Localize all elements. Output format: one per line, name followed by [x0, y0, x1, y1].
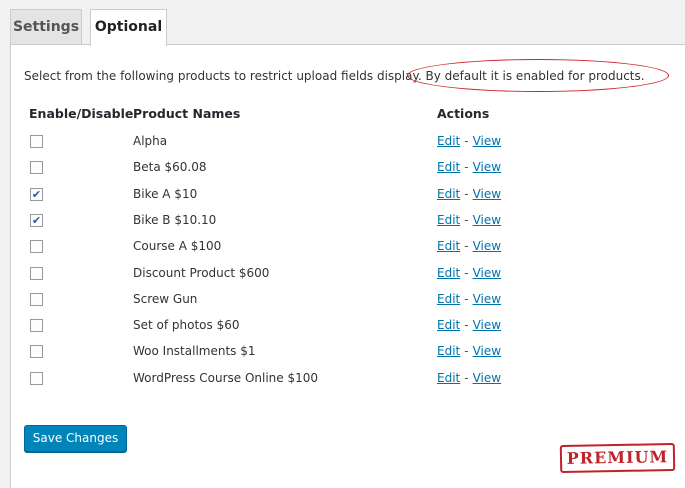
action-separator: -: [464, 213, 469, 227]
enable-checkbox[interactable]: [30, 345, 43, 358]
premium-stamp: PREMIUM: [559, 442, 676, 474]
product-name: Bike A $10: [133, 187, 198, 201]
product-name: Screw Gun: [133, 292, 198, 306]
action-separator: -: [464, 187, 469, 201]
table-row: WordPress Course Online $100 Edit - View: [0, 367, 685, 391]
enable-checkbox[interactable]: ✔: [30, 214, 43, 227]
enable-checkbox[interactable]: [30, 267, 43, 280]
product-name: Bike B $10.10: [133, 213, 217, 227]
enable-checkbox[interactable]: ✔: [30, 188, 43, 201]
product-name: WordPress Course Online $100: [133, 371, 319, 385]
action-separator: -: [464, 160, 469, 174]
enable-checkbox[interactable]: [30, 240, 43, 253]
row-actions: Edit - View: [437, 239, 501, 253]
table-row: Alpha Edit - View: [0, 130, 685, 154]
table-row: Woo Installments $1 Edit - View: [0, 340, 685, 364]
table-row: Course A $100 Edit - View: [0, 235, 685, 259]
row-actions: Edit - View: [437, 160, 501, 174]
table-row: ✔ Bike B $10.10 Edit - View: [0, 209, 685, 233]
edit-link[interactable]: Edit: [437, 292, 460, 306]
edit-link[interactable]: Edit: [437, 213, 460, 227]
edit-link[interactable]: Edit: [437, 134, 460, 148]
view-link[interactable]: View: [473, 318, 501, 332]
view-link[interactable]: View: [473, 292, 501, 306]
enable-checkbox[interactable]: [30, 161, 43, 174]
action-separator: -: [464, 344, 469, 358]
view-link[interactable]: View: [473, 266, 501, 280]
product-name: Beta $60.08: [133, 160, 207, 174]
enable-checkbox[interactable]: [30, 372, 43, 385]
product-name: Alpha: [133, 134, 168, 148]
view-link[interactable]: View: [473, 187, 501, 201]
view-link[interactable]: View: [473, 213, 501, 227]
action-separator: -: [464, 239, 469, 253]
edit-link[interactable]: Edit: [437, 266, 460, 280]
row-actions: Edit - View: [437, 344, 501, 358]
row-actions: Edit - View: [437, 292, 501, 306]
tab-settings[interactable]: Settings: [10, 9, 82, 44]
edit-link[interactable]: Edit: [437, 318, 460, 332]
edit-link[interactable]: Edit: [437, 239, 460, 253]
action-separator: -: [464, 292, 469, 306]
header-enable-disable: Enable/Disable: [29, 106, 134, 121]
enable-checkbox[interactable]: [30, 293, 43, 306]
row-actions: Edit - View: [437, 213, 501, 227]
row-actions: Edit - View: [437, 187, 501, 201]
view-link[interactable]: View: [473, 160, 501, 174]
view-link[interactable]: View: [473, 134, 501, 148]
product-name: Discount Product $600: [133, 266, 270, 280]
table-row: Discount Product $600 Edit - View: [0, 262, 685, 286]
edit-link[interactable]: Edit: [437, 187, 460, 201]
view-link[interactable]: View: [473, 239, 501, 253]
edit-link[interactable]: Edit: [437, 160, 460, 174]
edit-link[interactable]: Edit: [437, 371, 460, 385]
product-name: Woo Installments $1: [133, 344, 256, 358]
table-row: Beta $60.08 Edit - View: [0, 156, 685, 180]
header-actions: Actions: [437, 106, 490, 121]
product-name: Set of photos $60: [133, 318, 240, 332]
action-separator: -: [464, 266, 469, 280]
view-link[interactable]: View: [473, 344, 501, 358]
table-row: Screw Gun Edit - View: [0, 288, 685, 312]
tab-optional[interactable]: Optional: [90, 9, 167, 46]
tab-bar: Settings Optional: [0, 0, 685, 46]
row-actions: Edit - View: [437, 266, 501, 280]
view-link[interactable]: View: [473, 371, 501, 385]
row-actions: Edit - View: [437, 134, 501, 148]
row-actions: Edit - View: [437, 371, 501, 385]
save-changes-button[interactable]: Save Changes: [24, 425, 127, 452]
action-separator: -: [464, 371, 469, 385]
product-name: Course A $100: [133, 239, 222, 253]
row-actions: Edit - View: [437, 318, 501, 332]
header-product-names: Product Names: [133, 106, 241, 121]
action-separator: -: [464, 134, 469, 148]
action-separator: -: [464, 318, 469, 332]
enable-checkbox[interactable]: [30, 319, 43, 332]
edit-link[interactable]: Edit: [437, 344, 460, 358]
table-row: ✔ Bike A $10 Edit - View: [0, 183, 685, 207]
enable-checkbox[interactable]: [30, 135, 43, 148]
table-row: Set of photos $60 Edit - View: [0, 314, 685, 338]
highlight-ellipse: [407, 59, 669, 92]
